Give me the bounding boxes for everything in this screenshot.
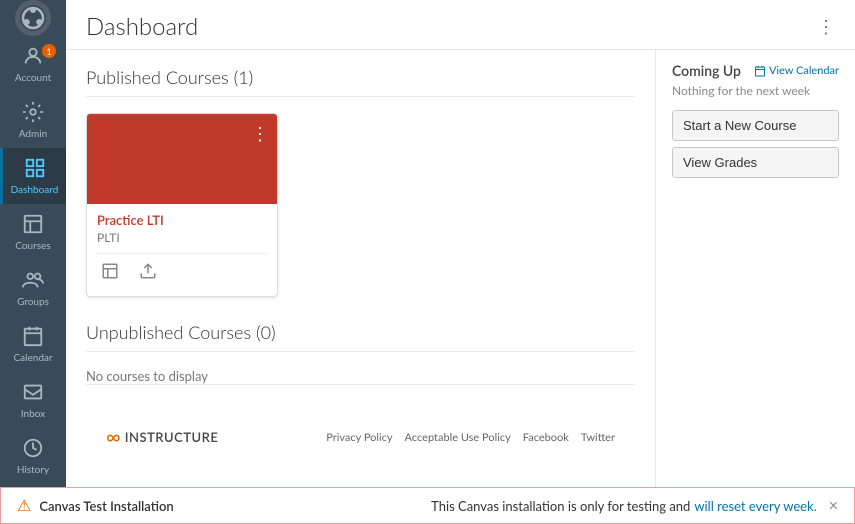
sidebar: 1 Account Admin Dashboard	[0, 0, 66, 487]
main-content: Published Courses (1) ⋮ Practice LTI PLT…	[66, 50, 655, 487]
notification-message: This Canvas installation is only for tes…	[431, 498, 690, 514]
nothing-next-week-text: Nothing for the next week	[672, 83, 839, 98]
sidebar-item-history-label: History	[17, 464, 49, 476]
history-icon	[22, 437, 44, 462]
course-card-title[interactable]: Practice LTI	[97, 212, 267, 228]
footer-privacy-policy[interactable]: Privacy Policy	[326, 431, 392, 444]
course-card-image: ⋮	[87, 114, 277, 204]
sidebar-item-groups-label: Groups	[17, 296, 49, 308]
sidebar-item-admin-label: Admin	[19, 128, 47, 140]
dashboard-icon	[24, 157, 46, 182]
sidebar-item-courses-label: Courses	[15, 240, 50, 252]
page-header: Dashboard ⋮	[66, 0, 855, 50]
coming-up-title: Coming Up	[672, 62, 741, 79]
view-grades-button[interactable]: View Grades	[672, 147, 839, 178]
admin-icon	[22, 101, 44, 126]
content-area: Published Courses (1) ⋮ Practice LTI PLT…	[66, 50, 855, 487]
no-courses-text: No courses to display	[86, 368, 635, 384]
sidebar-item-calendar-label: Calendar	[13, 352, 52, 364]
notification-close-button[interactable]: ×	[829, 496, 838, 515]
course-share-button[interactable]	[135, 258, 161, 288]
sidebar-item-admin[interactable]: Admin	[0, 92, 66, 148]
account-icon	[22, 45, 44, 70]
sidebar-item-account[interactable]: 1 Account	[0, 36, 66, 92]
footer-facebook[interactable]: Facebook	[523, 431, 569, 444]
sidebar-item-history[interactable]: History	[0, 428, 66, 484]
published-courses-title: Published Courses (1)	[86, 66, 635, 97]
course-publish-button[interactable]	[97, 258, 123, 288]
courses-icon	[22, 213, 44, 238]
instructure-infinity-icon: ∞	[106, 425, 121, 449]
sidebar-item-dashboard-label: Dashboard	[11, 184, 59, 196]
right-panel: Coming Up View Calendar Nothing for the …	[655, 50, 855, 487]
sidebar-item-inbox-label: Inbox	[21, 408, 45, 420]
sidebar-item-help[interactable]: Help	[0, 484, 66, 487]
groups-icon	[22, 269, 44, 294]
sidebar-item-inbox[interactable]: Inbox	[0, 372, 66, 428]
notification-reset-link[interactable]: will reset every week.	[694, 498, 816, 514]
account-badge: 1	[42, 44, 56, 58]
notification-bar: ⚠ Canvas Test Installation This Canvas i…	[0, 487, 855, 524]
page-title: Dashboard	[86, 12, 198, 41]
header-menu-button[interactable]: ⋮	[817, 15, 835, 38]
view-calendar-label: View Calendar	[769, 64, 839, 77]
course-card-menu-button[interactable]: ⋮	[251, 122, 269, 145]
sidebar-item-account-label: Account	[15, 72, 51, 84]
notification-title: Canvas Test Installation	[39, 498, 173, 514]
footer-acceptable-use[interactable]: Acceptable Use Policy	[405, 431, 511, 444]
notification-left: ⚠ Canvas Test Installation	[17, 496, 174, 515]
calendar-icon	[22, 325, 44, 350]
sidebar-item-courses[interactable]: Courses	[0, 204, 66, 260]
inbox-icon	[22, 381, 44, 406]
notification-warning-icon: ⚠	[17, 496, 31, 515]
instructure-logo: ∞ INSTRUCTURE	[106, 425, 218, 449]
course-card-actions	[97, 253, 267, 288]
sidebar-item-dashboard[interactable]: Dashboard	[0, 148, 66, 204]
start-new-course-button[interactable]: Start a New Course	[672, 110, 839, 141]
main-area: Dashboard ⋮ Published Courses (1) ⋮ Prac…	[66, 0, 855, 487]
footer-twitter[interactable]: Twitter	[581, 431, 615, 444]
notification-right: This Canvas installation is only for tes…	[431, 496, 838, 515]
sidebar-item-groups[interactable]: Groups	[0, 260, 66, 316]
course-card-practice-lti[interactable]: ⋮ Practice LTI PLTI	[86, 113, 278, 297]
sidebar-item-calendar[interactable]: Calendar	[0, 316, 66, 372]
coming-up-header: Coming Up View Calendar	[672, 62, 839, 79]
page-footer: ∞ INSTRUCTURE Privacy Policy Acceptable …	[86, 384, 635, 459]
sidebar-logo[interactable]	[0, 0, 66, 36]
footer-links: Privacy Policy Acceptable Use Policy Fac…	[326, 431, 615, 444]
view-calendar-link[interactable]: View Calendar	[754, 64, 839, 77]
instructure-logo-text: INSTRUCTURE	[125, 429, 219, 445]
course-card-subtitle: PLTI	[97, 230, 267, 245]
courses-grid: ⋮ Practice LTI PLTI	[86, 113, 635, 297]
course-card-body: Practice LTI PLTI	[87, 204, 277, 296]
unpublished-courses-title: Unpublished Courses (0)	[86, 321, 635, 352]
